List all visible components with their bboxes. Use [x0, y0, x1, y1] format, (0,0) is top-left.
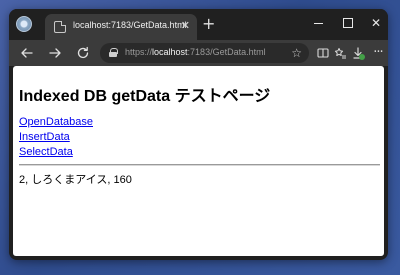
more-icon[interactable]: ···: [370, 45, 386, 61]
browser-app-icon[interactable]: [16, 16, 32, 32]
url-scheme: https://: [125, 47, 153, 57]
refresh-icon[interactable]: [75, 45, 91, 61]
download-icon[interactable]: [350, 45, 366, 61]
maximize-button[interactable]: [338, 14, 358, 32]
url-text[interactable]: https://localhost:7183/GetData.html: [125, 47, 266, 57]
insert-data-link[interactable]: InsertData: [19, 131, 70, 143]
tab-title: localhost:7183/GetData.html: [73, 20, 187, 30]
result-output: 2, しろくまアイス, 160: [19, 174, 132, 186]
page-title: Indexed DB getData テストページ: [19, 88, 271, 105]
arrow-right-icon[interactable]: [47, 45, 63, 61]
new-tab-button[interactable]: +: [202, 16, 215, 32]
url-path: :7183/GetData.html: [187, 47, 266, 57]
url-host: localhost: [152, 47, 188, 57]
window-close-button[interactable]: ✕: [366, 14, 386, 32]
lock-icon[interactable]: [109, 48, 118, 57]
page-content: Indexed DB getData テストページ OpenDatabase I…: [13, 66, 384, 256]
download-complete-badge: [359, 54, 365, 60]
browser-toolbar: https://localhost:7183/GetData.html ☆ ··…: [9, 40, 388, 66]
page-favicon-icon: [54, 21, 66, 33]
star-icon[interactable]: ☆: [291, 45, 302, 61]
browser-window: localhost:7183/GetData.html ✕ + ✕ https:…: [9, 9, 388, 260]
open-database-link[interactable]: OpenDatabase: [19, 116, 93, 128]
select-data-link[interactable]: SelectData: [19, 146, 73, 158]
tab-close-icon[interactable]: ✕: [181, 20, 190, 32]
tab-active[interactable]: localhost:7183/GetData.html ✕: [45, 14, 197, 40]
address-bar[interactable]: https://localhost:7183/GetData.html ☆: [100, 43, 309, 63]
horizontal-rule: [19, 164, 380, 166]
tab-bar: localhost:7183/GetData.html ✕ + ✕: [9, 9, 388, 40]
arrow-left-icon[interactable]: [19, 45, 35, 61]
minimize-button[interactable]: [309, 14, 329, 32]
favorites-icon[interactable]: [332, 45, 348, 61]
split-screen-icon[interactable]: [315, 45, 331, 61]
